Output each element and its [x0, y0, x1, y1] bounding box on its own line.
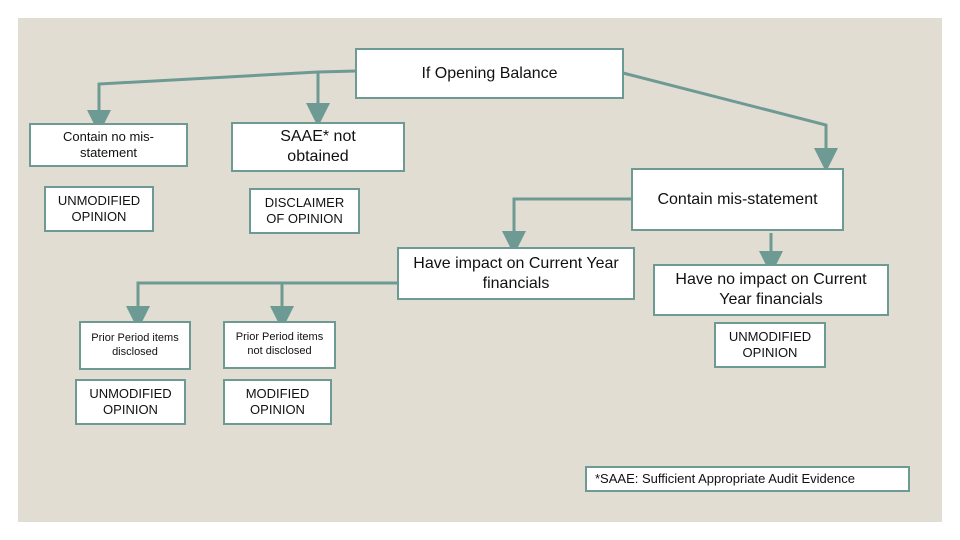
footnote-box: *SAAE: Sufficient Appropriate Audit Evid… [585, 466, 910, 492]
prior-not-disclosed-label: Prior Period items not disclosed [235, 331, 324, 357]
contain-misstatement-label: Contain mis-statement [657, 190, 818, 208]
no-misstatement-label: Contain no mis-statement [62, 128, 155, 160]
prior-not-disclosed-node: Prior Period items not disclosed [223, 321, 336, 369]
no-impact-node: Have no impact on Current Year financial… [653, 264, 889, 316]
contain-misstatement-node: Contain mis-statement [631, 168, 844, 231]
prior-not-disclosed-opinion-node: MODIFIED OPINION [223, 379, 332, 425]
saae-label: SAAE* not obtained [280, 128, 356, 165]
have-impact-node: Have impact on Current Year financials [397, 247, 635, 300]
no-misstatement-opinion-label: UNMODIFIED OPINION [57, 192, 141, 224]
have-impact-label: Have impact on Current Year financials [413, 254, 619, 292]
prior-disclosed-opinion-label: UNMODIFIED OPINION [89, 385, 172, 417]
root-node: If Opening Balance [355, 48, 624, 99]
prior-disclosed-label: Prior Period items disclosed [91, 331, 179, 358]
saae-node: SAAE* not obtained [231, 122, 405, 172]
saae-opinion-node: DISCLAIMER OF OPINION [249, 188, 360, 234]
root-label: If Opening Balance [421, 64, 558, 82]
no-misstatement-opinion-node: UNMODIFIED OPINION [44, 186, 154, 232]
no-impact-label: Have no impact on Current Year financial… [675, 271, 867, 308]
saae-opinion-label: DISCLAIMER OF OPINION [264, 194, 345, 226]
prior-disclosed-node: Prior Period items disclosed [79, 321, 191, 370]
prior-disclosed-opinion-node: UNMODIFIED OPINION [75, 379, 186, 425]
no-impact-opinion-label: UNMODIFIED OPINION [728, 328, 812, 360]
no-misstatement-node: Contain no mis-statement [29, 123, 188, 167]
footnote-text: *SAAE: Sufficient Appropriate Audit Evid… [595, 470, 855, 486]
no-impact-opinion-node: UNMODIFIED OPINION [714, 322, 826, 368]
prior-not-disclosed-opinion-label: MODIFIED OPINION [245, 385, 310, 417]
